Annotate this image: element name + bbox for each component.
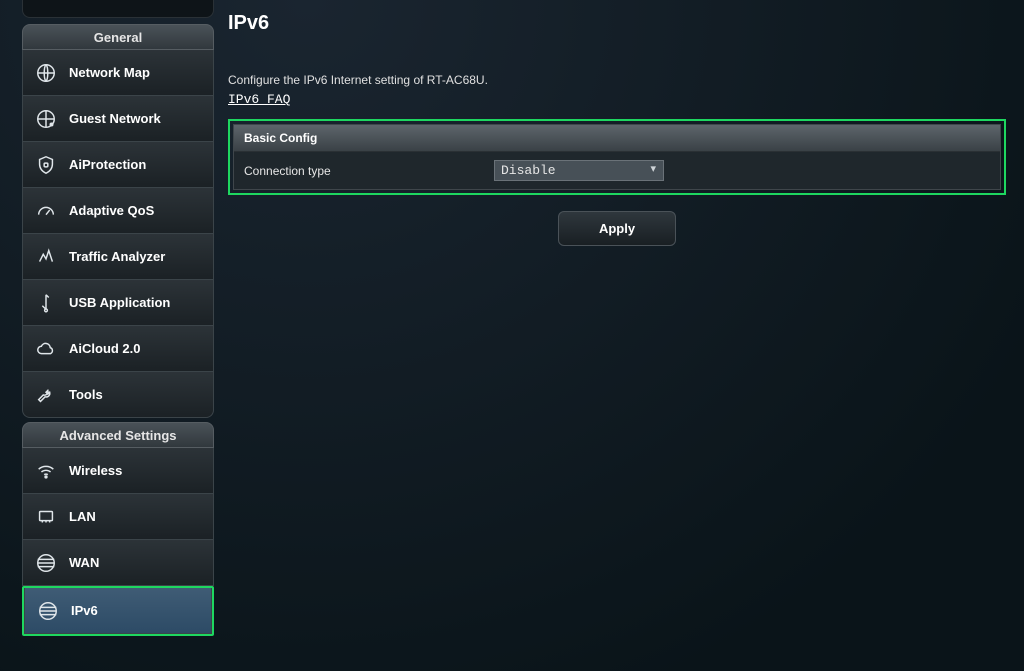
sidebar-item-usb-application[interactable]: USB Application [22, 280, 214, 326]
page-subtitle: Configure the IPv6 Internet setting of R… [228, 73, 1006, 87]
sidebar-item-tools[interactable]: Tools [22, 372, 214, 418]
basic-config-header: Basic Config [234, 125, 1000, 152]
sidebar-item-network-map[interactable]: Network Map [22, 50, 214, 96]
sidebar-item-label: Network Map [69, 65, 150, 80]
wifi-icon [33, 458, 59, 484]
sidebar-item-adaptive-qos[interactable]: Adaptive QoS [22, 188, 214, 234]
sidebar-item-lan[interactable]: LAN [22, 494, 214, 540]
sidebar-item-ipv6[interactable]: IPv6 [24, 588, 212, 634]
shield-lock-icon [33, 152, 59, 178]
sidebar-group-general: General [22, 24, 214, 50]
wrench-icon [33, 382, 59, 408]
sidebar-item-label: AiCloud 2.0 [69, 341, 141, 356]
sidebar-item-label: USB Application [69, 295, 170, 310]
sidebar-item-guest-network[interactable]: Guest Network [22, 96, 214, 142]
lan-icon [33, 504, 59, 530]
globe-lines-icon [33, 550, 59, 576]
sidebar-item-aicloud[interactable]: AiCloud 2.0 [22, 326, 214, 372]
apply-button[interactable]: Apply [558, 211, 676, 246]
gauge-icon [33, 198, 59, 224]
sidebar-item-traffic-analyzer[interactable]: Traffic Analyzer [22, 234, 214, 280]
sidebar-item-aiprotection[interactable]: AiProtection [22, 142, 214, 188]
sidebar-item-label: Wireless [69, 463, 122, 478]
cloud-icon [33, 336, 59, 362]
sidebar-item-label: AiProtection [69, 157, 146, 172]
sidebar-item-label: WAN [69, 555, 99, 570]
connection-type-select[interactable]: Disable [494, 160, 664, 181]
sidebar-group-advanced: Advanced Settings [22, 422, 214, 448]
sidebar-top-panel [22, 0, 214, 18]
sidebar-item-wireless[interactable]: Wireless [22, 448, 214, 494]
globe-grid-icon [33, 60, 59, 86]
page-title: IPv6 [228, 12, 1006, 35]
connection-type-label: Connection type [244, 164, 494, 178]
sidebar-item-label: Guest Network [69, 111, 161, 126]
basic-config-highlight: Basic Config Connection type Disable [228, 119, 1006, 195]
sidebar-item-label: Adaptive QoS [69, 203, 154, 218]
sidebar-item-label: Tools [69, 387, 103, 402]
globe-lines-icon [35, 598, 61, 624]
globe-people-icon [33, 106, 59, 132]
sidebar-item-label: IPv6 [71, 603, 98, 618]
sidebar-item-label: LAN [69, 509, 96, 524]
ipv6-faq-link[interactable]: IPv6 FAQ [228, 92, 290, 107]
traffic-icon [33, 244, 59, 270]
sidebar-item-label: Traffic Analyzer [69, 249, 165, 264]
usb-icon [33, 290, 59, 316]
sidebar-item-wan[interactable]: WAN [22, 540, 214, 586]
